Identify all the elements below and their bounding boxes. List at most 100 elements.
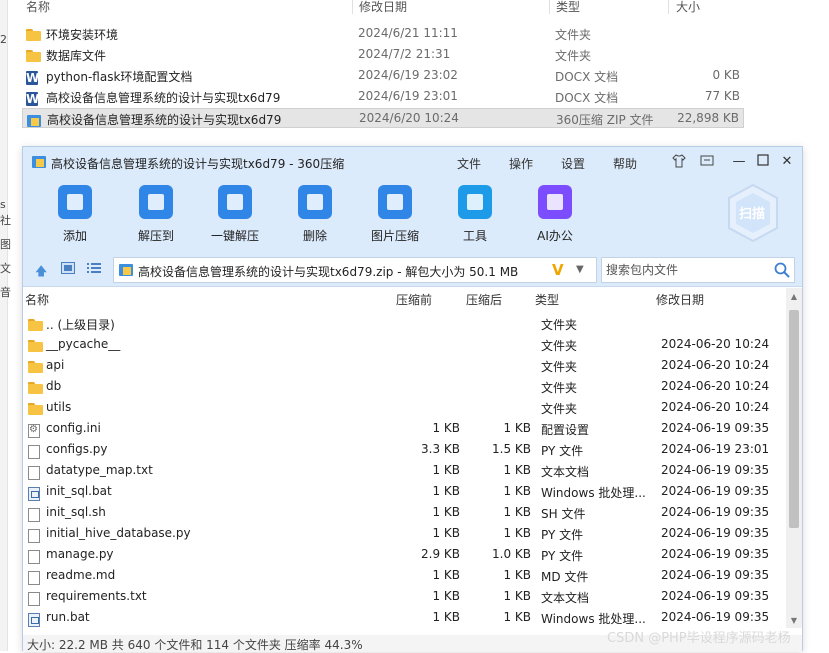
table-row[interactable]: readme.md 1 KB 1 KB MD 文件 2024-06-19 09:35 [23,565,785,586]
file-type: 文件夹 [541,318,578,332]
feedback-icon[interactable] [699,154,715,170]
archive-search [601,257,795,283]
v-badge-icon[interactable]: V [552,261,564,279]
explorer-row[interactable]: Wpython-flask环境配置文档 2024/6/19 23:02 DOCX 文… [22,66,744,86]
nav-strip-label[interactable]: 文 [0,260,11,276]
table-row[interactable]: config.ini 1 KB 1 KB 配置设置 2024-06-19 09:35 [23,418,785,439]
window-titlebar[interactable]: 高校设备信息管理系统的设计与实现tx6d79 - 360压缩 文件 操作 设置 … [23,147,802,179]
size-after: 1 KB [503,568,531,582]
vertical-scrollbar[interactable]: ▲ ▼ [786,288,802,628]
close-icon[interactable]: ✕ [779,154,795,170]
table-row[interactable]: __pycache__ 文件夹 2024-06-20 10:24 [23,334,785,355]
file-type: DOCX 文档 [555,91,619,105]
column-type-header[interactable]: 类型 [535,291,559,308]
toolbar-button-7[interactable]: AI办公 [525,185,585,244]
up-level-icon[interactable]: 🡅 [35,262,47,283]
explorer-row[interactable]: W 高校设备信息管理系统的设计与实现tx6d79 2024/6/19 23:01 DO… [22,87,744,107]
file-date: 2024-06-19 09:35 [661,589,770,603]
file-name: 高校设备信息管理系统的设计与实现tx6d79 [46,91,281,105]
thumbnail-view-icon[interactable] [61,262,75,277]
toolbar-label: 删除 [302,229,327,243]
file-type: PY 文件 [541,444,584,458]
file-type: 文件夹 [541,381,578,395]
search-icon[interactable] [774,262,790,281]
column-before-header[interactable]: 压缩前 [396,291,432,308]
file-type: PY 文件 [541,528,584,542]
size-before: 1 KB [432,505,460,519]
toolbar-button-3[interactable]: 一键解压 [205,185,265,244]
nav-strip-label[interactable]: 2 [0,33,7,46]
table-row[interactable]: .. (上级目录) 文件夹 [23,313,785,334]
size-after: 1.0 KB [492,547,531,561]
table-row[interactable]: db 文件夹 2024-06-20 10:24 [23,376,785,397]
menu-file[interactable]: 文件 [457,155,481,172]
file-name: configs.py [46,442,108,456]
file-list-header: 名称 压缩前 压缩后 类型 修改日期 [23,288,802,310]
toolbar-label: 工具 [462,229,487,243]
toolbar-button-2[interactable]: 解压到 [126,185,186,244]
file-date: 2024-06-19 09:35 [661,421,770,435]
toolbar-label: AI办公 [537,229,573,243]
file-name: python-flask环境配置文档 [46,70,193,84]
table-row[interactable]: utils 文件夹 2024-06-20 10:24 [23,397,785,418]
column-name-header[interactable]: 名称 [26,0,50,15]
column-name-header[interactable]: 名称 [25,291,49,308]
table-row[interactable]: configs.py 3.3 KB 1.5 KB PY 文件 2024-06-19 23… [23,439,785,460]
file-name: requirements.txt [46,589,147,603]
column-type-header[interactable]: 类型 [556,0,580,15]
app-logo-icon [32,155,46,172]
column-date-header[interactable]: 修改日期 [656,291,704,308]
table-row[interactable]: init_sql.bat 1 KB 1 KB Windows 批处理... 2024-0… [23,481,785,502]
toolbar-button-5[interactable]: 图片压缩 [365,185,425,244]
file-name: manage.py [46,547,114,561]
list-view-icon[interactable] [87,262,101,277]
column-date-header[interactable]: 修改日期 [359,0,407,15]
explorer-row[interactable]: 环境安装环境 2024/6/21 11:11 文件夹 [22,24,744,44]
file-type: 文件夹 [541,360,578,374]
file-date: 2024-06-20 10:24 [661,358,770,372]
nav-strip-label[interactable]: s [0,198,6,211]
scroll-down-icon[interactable]: ▼ [786,616,802,625]
chevron-down-icon[interactable]: ▼ [576,264,584,275]
delete-icon [298,185,332,219]
file-date: 2024-06-19 09:35 [661,568,770,582]
shirt-skin-icon[interactable] [671,154,687,170]
file-size: 77 KB [704,89,740,103]
archive-path-field[interactable]: 高校设备信息管理系统的设计与实现tx6d79.zip - 解包大小为 50.1 … [113,257,597,283]
table-row[interactable]: init_sql.sh 1 KB 1 KB SH 文件 2024-06-19 09:35 [23,502,785,523]
file-date: 2024-06-19 09:35 [661,463,770,477]
menu-operation[interactable]: 操作 [509,155,533,172]
nav-strip-label[interactable]: 音 [0,284,11,300]
toolbar-button-1[interactable]: 添加 [45,185,105,244]
scan-button[interactable]: 扫描 [726,183,780,243]
column-size-header[interactable]: 大小 [676,0,700,15]
scrollbar-thumb[interactable] [789,310,799,528]
file-name: .. (上级目录) [46,318,115,332]
menu-help[interactable]: 帮助 [613,155,637,172]
toolbar-button-4[interactable]: 删除 [285,185,345,244]
minimize-icon[interactable]: — [731,154,747,170]
scroll-up-icon[interactable]: ▲ [786,292,802,301]
file-type: SH 文件 [541,507,586,521]
toolbar-button-6[interactable]: 工具 [445,185,505,244]
maximize-icon[interactable] [755,154,771,170]
file-type: 360压缩 ZIP 文件 [556,113,654,127]
nav-strip-label[interactable]: 社 [0,212,11,228]
table-row[interactable]: api 文件夹 2024-06-20 10:24 [23,355,785,376]
explorer-row[interactable]: 数据库文件 2024/7/2 21:31 文件夹 [22,45,744,65]
file-type: 文本文档 [541,465,590,479]
extract-to-icon [139,185,173,219]
nav-strip-label[interactable]: 图 [0,236,11,252]
zip-icon [119,263,133,280]
table-row[interactable]: initial_hive_database.py 1 KB 1 KB PY 文件 202… [23,523,785,544]
table-row[interactable]: requirements.txt 1 KB 1 KB 文本文档 2024-06-19 0… [23,586,785,607]
table-row[interactable]: run.bat 1 KB 1 KB Windows 批处理... 2024-06-19 … [23,607,785,628]
explorer-row[interactable]: 高校设备信息管理系统的设计与实现tx6d79 2024/6/20 10:24 360… [22,108,744,128]
column-after-header[interactable]: 压缩后 [466,291,502,308]
menu-settings[interactable]: 设置 [561,155,585,172]
search-input[interactable] [602,258,770,282]
file-date: 2024/6/19 23:02 [358,68,458,82]
file-name: 数据库文件 [46,49,107,63]
table-row[interactable]: datatype_map.txt 1 KB 1 KB 文本文档 2024-06-19 0… [23,460,785,481]
table-row[interactable]: manage.py 2.9 KB 1.0 KB PY 文件 2024-06-19 09:… [23,544,785,565]
